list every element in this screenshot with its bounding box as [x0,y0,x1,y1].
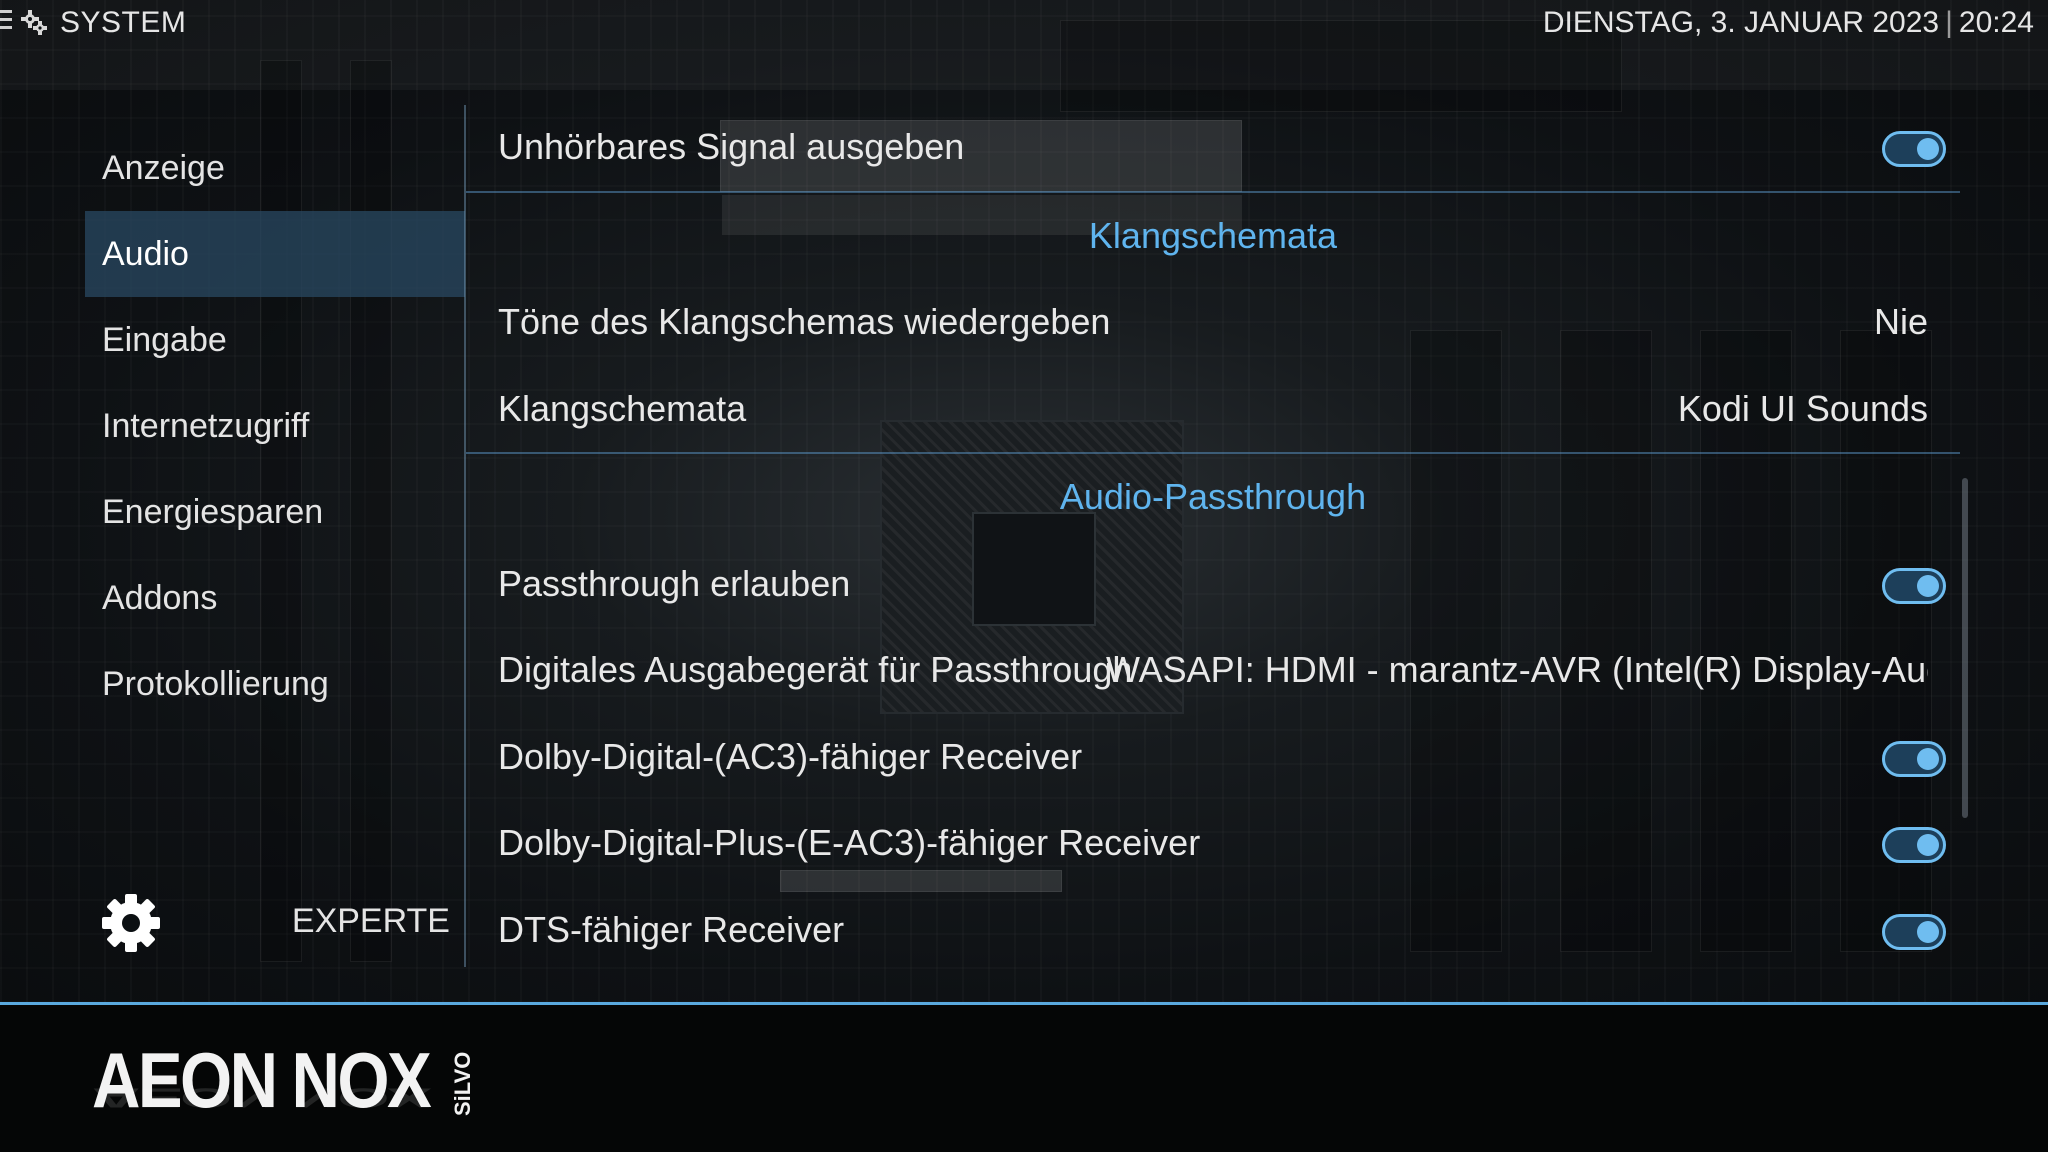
setting-row[interactable]: Dolby-Digital-(AC3)-fähiger Receiver [466,714,1960,801]
date-time-separator: | [1945,6,1953,39]
setting-label: Unhörbares Signal ausgeben [498,126,965,167]
section-header: Audio-Passthrough [466,452,1960,541]
category-audio[interactable]: Audio [85,211,465,297]
setting-row[interactable]: Töne des Klangschemas wiedergeben Nie [466,279,1960,366]
settings-list: Unhörbares Signal ausgeben Klangschemata… [466,104,1960,973]
category-energiesparen[interactable]: Energiesparen [85,469,465,555]
toggle-switch[interactable] [1882,131,1946,167]
setting-value: Kodi UI Sounds [1677,387,1928,429]
setting-label: Dolby-Digital-Plus-(E-AC3)-fähiger Recei… [498,822,1201,863]
category-protokollierung[interactable]: Protokollierung [85,641,465,727]
toggle-switch[interactable] [1882,740,1946,777]
category-internetzugriff[interactable]: Internetzugriff [85,383,465,469]
time-text: 20:24 [1958,6,2034,39]
category-eingabe[interactable]: Eingabe [85,297,465,383]
top-bar: SYSTEM DIENSTAG, 3. JANUAR 2023 | 20:24 [0,0,2048,46]
category-menu: Anzeige Audio Eingabe Internetzugriff En… [85,125,465,727]
setting-value: Nie [1873,301,1928,342]
settings-level-button[interactable]: EXPERTE [100,892,450,956]
toggle-knob [1917,920,1939,943]
setting-label: Dolby-Digital-(AC3)-fähiger Receiver [498,735,1083,777]
setting-label: Digitales Ausgabegerät für Passthrough [498,649,1133,690]
toggle-switch[interactable] [1882,827,1946,863]
logo-sub-text: SiLVO [450,1051,475,1116]
logo-reflection: AEON NOX [92,1082,430,1114]
setting-row[interactable]: Klangschemata Kodi UI Sounds [466,366,1960,453]
menu-icon[interactable] [0,10,12,34]
page-title: SYSTEM [60,6,187,39]
category-anzeige[interactable]: Anzeige [85,125,465,211]
toggle-knob [1917,574,1939,597]
gear-icon [100,892,162,954]
settings-level-label: EXPERTE [291,902,450,940]
category-addons[interactable]: Addons [85,555,465,641]
setting-row[interactable]: Digitales Ausgabegerät für Passthrough W… [466,627,1960,714]
toggle-knob [1917,747,1939,770]
section-title: Audio-Passthrough [1059,476,1367,517]
date-text: DIENSTAG, 3. JANUAR 2023 [1542,6,1940,39]
setting-label: Passthrough erlauben [498,562,851,604]
setting-row[interactable]: Dolby-Digital-Plus-(E-AC3)-fähiger Recei… [466,800,1960,887]
section-title: Klangschemata [1088,214,1338,256]
toggle-switch[interactable] [1882,567,1946,604]
scrollbar[interactable] [1962,478,1968,818]
setting-label: Klangschemata [498,387,747,429]
setting-row[interactable]: Unhörbares Signal ausgeben [466,104,1960,191]
setting-label: DTS-fähiger Receiver [498,908,845,950]
setting-value: WASAPI: HDMI - marantz-AVR (Intel(R) Dis… [1106,649,1928,690]
setting-row[interactable]: Passthrough erlauben [466,541,1960,628]
date-time: DIENSTAG, 3. JANUAR 2023 | 20:24 [1543,6,2034,40]
setting-row[interactable]: DTS-fähiger Receiver [466,887,1960,974]
setting-label: Töne des Klangschemas wiedergeben [498,301,1111,342]
toggle-knob [1917,834,1939,856]
section-header: Klangschemata [466,190,1960,280]
toggle-switch[interactable] [1882,913,1946,950]
system-settings-icon [20,10,48,36]
toggle-knob [1917,138,1939,160]
